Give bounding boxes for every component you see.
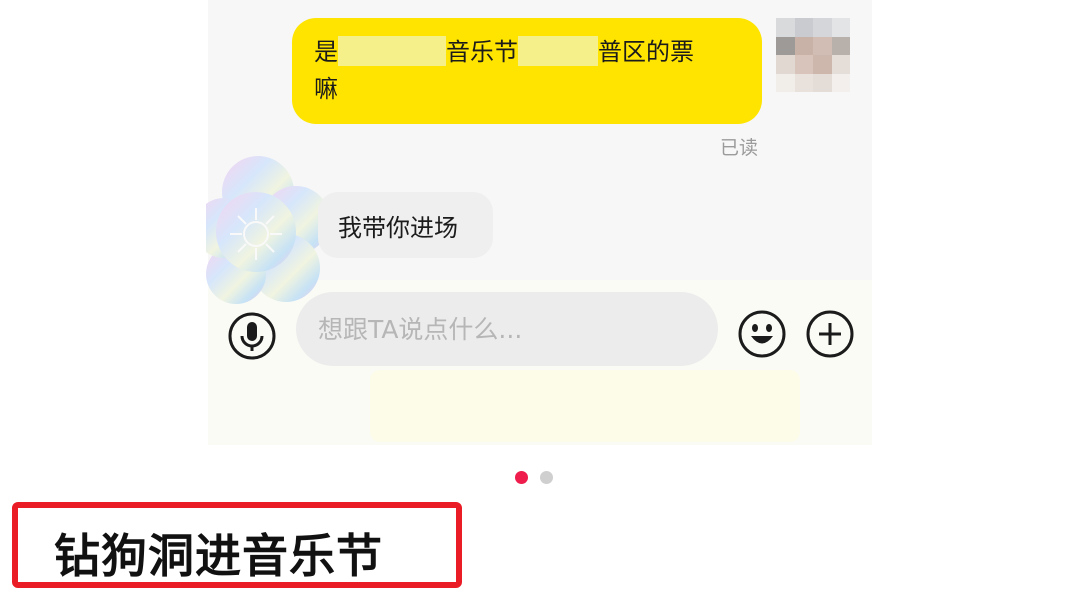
sent-message-bubble[interactable]: 是 音乐节 普区的票 嘛 bbox=[292, 18, 762, 124]
sent-message-mid: 音乐节 bbox=[446, 38, 518, 66]
pagination-dot[interactable] bbox=[540, 471, 553, 484]
message-input[interactable] bbox=[296, 292, 718, 366]
caption-text: 钻狗洞进音乐节 bbox=[54, 529, 383, 583]
microphone-icon[interactable] bbox=[227, 311, 277, 361]
sent-message-line2: 嘛 bbox=[314, 75, 338, 103]
input-glow bbox=[370, 370, 800, 442]
redacted-text bbox=[338, 36, 446, 66]
redacted-text bbox=[518, 36, 598, 66]
received-message-text: 我带你进场 bbox=[338, 214, 458, 242]
self-avatar[interactable] bbox=[776, 18, 850, 92]
read-status: 已读 bbox=[720, 137, 759, 159]
pagination-dot-active[interactable] bbox=[515, 471, 528, 484]
contact-avatar[interactable] bbox=[206, 150, 330, 306]
plus-icon[interactable] bbox=[805, 309, 855, 359]
sent-message-prefix: 是 bbox=[314, 38, 338, 66]
received-message-bubble[interactable]: 我带你进场 bbox=[318, 192, 493, 258]
emoji-icon[interactable] bbox=[737, 309, 787, 359]
caption-box: 钻狗洞进音乐节 bbox=[12, 502, 462, 588]
sent-message-suffix: 普区的票 bbox=[598, 38, 694, 66]
